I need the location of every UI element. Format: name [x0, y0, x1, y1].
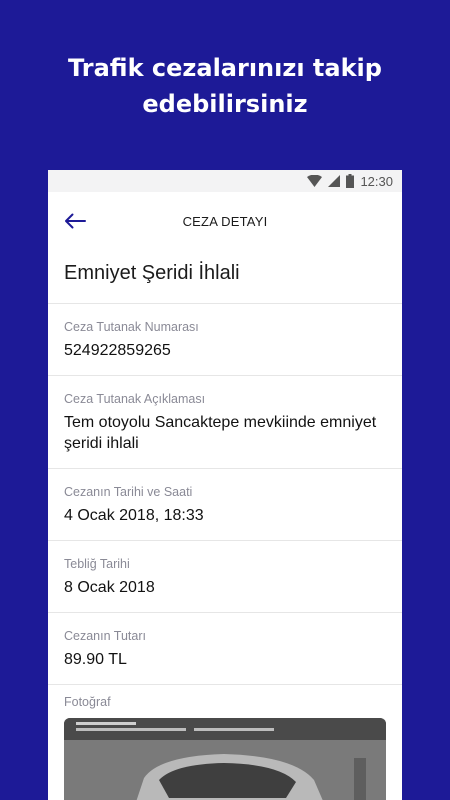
promo-line-1: Trafik cezalarınızı takip	[68, 54, 382, 82]
photo-label: Fotoğraf	[64, 695, 111, 709]
page-title: CEZA DETAYI	[182, 213, 268, 229]
field-amount: Cezanın Tutarı 89.90 TL	[48, 613, 402, 685]
arrow-left-icon	[64, 213, 86, 229]
promo-line-2: edebilirsiniz	[142, 90, 308, 118]
field-label: Cezanın Tarihi ve Saati	[64, 485, 193, 499]
car-photo-image	[64, 718, 386, 800]
status-bar: 12:30	[48, 170, 402, 192]
field-label: Tebliğ Tarihi	[64, 557, 130, 571]
field-value: 4 Ocak 2018, 18:33	[64, 507, 204, 524]
battery-icon	[346, 174, 355, 188]
field-value: 524922859265	[64, 342, 171, 359]
field-value: 89.90 TL	[64, 651, 127, 668]
violation-photo[interactable]	[64, 718, 386, 800]
field-value: Tem otoyolu Sancaktepe mevkiinde emniyet…	[64, 414, 377, 452]
field-date-time: Cezanın Tarihi ve Saati 4 Ocak 2018, 18:…	[48, 469, 402, 541]
field-notification-date: Tebliğ Tarihi 8 Ocak 2018	[48, 541, 402, 613]
phone-screen: 12:30 CEZA DETAYI Emniyet Şeridi İhlali …	[48, 170, 402, 800]
back-button[interactable]	[62, 209, 88, 233]
field-label: Ceza Tutanak Numarası	[64, 320, 199, 334]
photo-section: Fotoğraf	[48, 685, 402, 800]
wifi-icon	[307, 175, 323, 187]
violation-title: Emniyet Şeridi İhlali	[48, 250, 402, 304]
app-bar: CEZA DETAYI	[48, 192, 402, 250]
field-value: 8 Ocak 2018	[64, 579, 155, 596]
field-record-description: Ceza Tutanak Açıklaması Tem otoyolu Sanc…	[48, 376, 402, 469]
signal-icon	[328, 175, 341, 187]
promo-headline: Trafik cezalarınızı takip edebilirsiniz	[0, 50, 450, 122]
field-label: Ceza Tutanak Açıklaması	[64, 392, 206, 406]
field-record-number: Ceza Tutanak Numarası 524922859265	[48, 304, 402, 376]
status-time: 12:30	[360, 173, 393, 189]
field-label: Cezanın Tutarı	[64, 629, 146, 643]
